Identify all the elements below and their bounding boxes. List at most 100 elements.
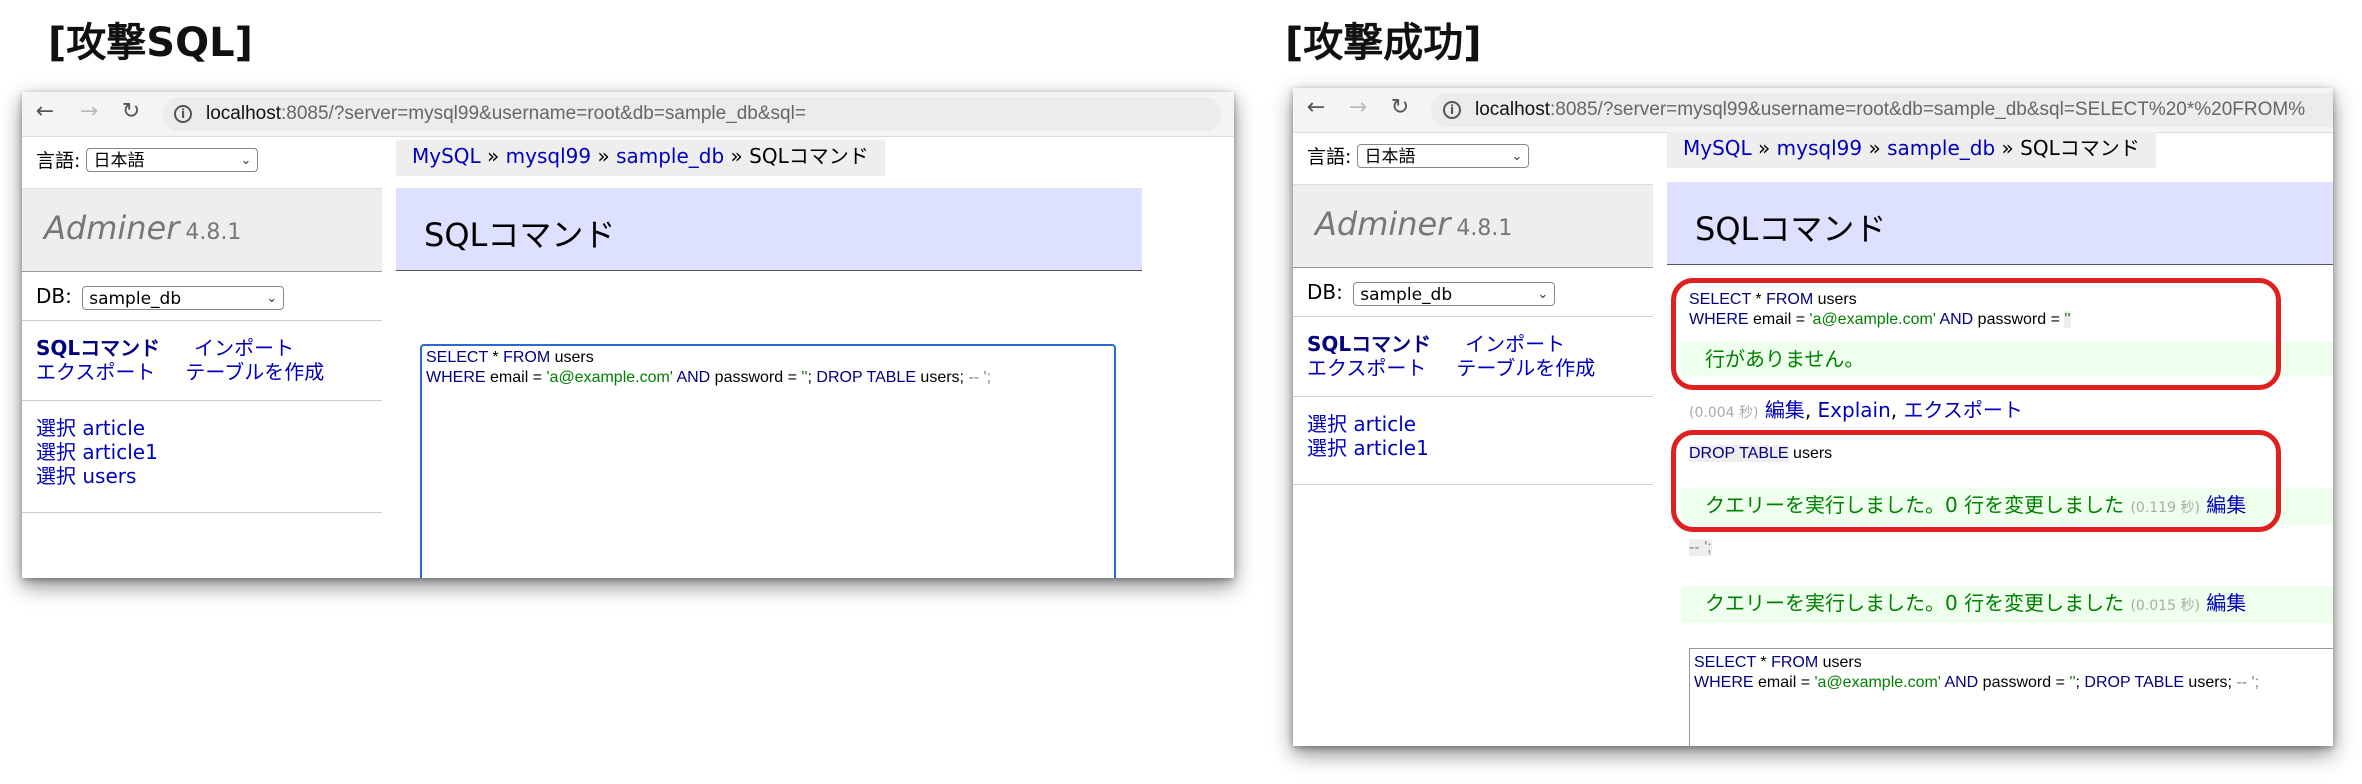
select-link[interactable]: 選択 xyxy=(36,464,76,488)
table-list: 選択 article 選択 article1 選択 users xyxy=(36,416,158,488)
breadcrumb: MySQL » mysql99 » sample_db » SQLコマンド xyxy=(1667,132,2156,168)
table-link-article[interactable]: article xyxy=(82,416,145,440)
adminer-brand: Adminer 4.8.1 xyxy=(1293,184,1653,268)
app-name[interactable]: Adminer xyxy=(44,209,179,247)
import-link[interactable]: インポート xyxy=(1465,332,1565,356)
sql-text: password = xyxy=(1978,674,2070,691)
sql-text: * xyxy=(1755,654,1772,671)
breadcrumb-sep: » xyxy=(2001,136,2014,160)
arrow-right-icon[interactable]: → xyxy=(1347,96,1369,120)
db-label: DB: xyxy=(36,284,72,308)
table-link-article1[interactable]: article1 xyxy=(1353,436,1428,460)
language-label: 言語: xyxy=(36,150,81,172)
sql-text: users; xyxy=(2183,674,2237,691)
sql-keyword: DROP TABLE xyxy=(816,369,916,386)
heading-attack-sql: [攻撃SQL] xyxy=(48,20,253,66)
sql-text: password = xyxy=(710,369,802,386)
import-link[interactable]: インポート xyxy=(194,336,294,360)
sql-editor[interactable]: SELECT * FROM users WHERE email = 'a@exa… xyxy=(420,344,1116,578)
address-bar[interactable]: i localhost:8085/?server=mysql99&usernam… xyxy=(162,97,1222,131)
breadcrumb-sep: » xyxy=(1868,136,1881,160)
export-link[interactable]: エクスポート xyxy=(1903,398,2022,422)
list-item: 選択 users xyxy=(36,464,158,488)
table-link-article[interactable]: article xyxy=(1353,412,1416,436)
breadcrumb-sep: » xyxy=(1758,136,1771,160)
breadcrumb-sep: » xyxy=(597,144,610,168)
db-row: DB: sample_db ⌄ xyxy=(36,284,285,310)
breadcrumb-server[interactable]: mysql99 xyxy=(1777,136,1862,160)
heading-attack-success: [攻撃成功] xyxy=(1285,20,1482,66)
edit-link[interactable]: 編集 xyxy=(1765,398,1805,422)
page-title: SQLコマンド xyxy=(1695,210,1887,248)
language-select[interactable]: 日本語 ⌄ xyxy=(86,147,259,172)
arrow-left-icon[interactable]: ← xyxy=(34,100,56,124)
breadcrumb-server[interactable]: mysql99 xyxy=(506,144,591,168)
message-text: クエリーを実行しました。0 行を変更しました xyxy=(1705,591,2125,615)
info-icon[interactable]: i xyxy=(174,105,192,123)
select-link[interactable]: 選択 xyxy=(1307,412,1347,436)
reload-icon[interactable]: ↻ xyxy=(1389,96,1411,120)
db-select[interactable]: sample_db ⌄ xyxy=(1353,281,1556,306)
info-icon[interactable]: i xyxy=(1443,101,1461,119)
sql-command-link[interactable]: SQLコマンド xyxy=(36,336,160,360)
breadcrumb-mysql[interactable]: MySQL xyxy=(412,144,481,168)
app-name[interactable]: Adminer xyxy=(1315,205,1450,243)
list-item: 選択 article1 xyxy=(1307,436,1429,460)
explain-link[interactable]: Explain xyxy=(1818,398,1891,422)
reload-icon[interactable]: ↻ xyxy=(120,100,142,124)
arrow-left-icon[interactable]: ← xyxy=(1305,96,1327,120)
separator: , xyxy=(1804,398,1812,422)
breadcrumb-current: SQLコマンド xyxy=(2020,136,2140,160)
app-version: 4.8.1 xyxy=(185,220,242,245)
select-link[interactable]: 選択 xyxy=(36,440,76,464)
sql-editor[interactable]: SELECT * FROM users WHERE email = 'a@exa… xyxy=(1689,648,2333,746)
breadcrumb-mysql[interactable]: MySQL xyxy=(1683,136,1752,160)
export-link[interactable]: エクスポート xyxy=(1307,356,1426,380)
db-value: sample_db xyxy=(89,288,182,309)
sql-keyword: FROM xyxy=(1771,654,1819,671)
create-table-link[interactable]: テーブルを作成 xyxy=(1456,356,1595,380)
app-version: 4.8.1 xyxy=(1456,216,1513,241)
chevron-down-icon: ⌄ xyxy=(1511,148,1523,164)
select-link[interactable]: 選択 xyxy=(36,416,76,440)
arrow-right-icon[interactable]: → xyxy=(78,100,100,124)
sql-command-link[interactable]: SQLコマンド xyxy=(1307,332,1431,356)
highlight-box-drop xyxy=(1671,430,2281,532)
url-path: :8085/?server=mysql99&username=root&db=s… xyxy=(281,103,806,124)
select-link[interactable]: 選択 xyxy=(1307,436,1347,460)
sql-comment: -- '; xyxy=(1689,539,1712,556)
breadcrumb-db[interactable]: sample_db xyxy=(1887,136,1995,160)
url-path: :8085/?server=mysql99&username=root&db=s… xyxy=(1550,99,2306,120)
sql-keyword: SELECT xyxy=(1694,654,1756,671)
page-title: SQLコマンド xyxy=(424,216,616,254)
page-title-box: SQLコマンド xyxy=(1667,182,2333,265)
divider xyxy=(1293,396,1653,397)
breadcrumb-sep: » xyxy=(730,144,743,168)
db-select[interactable]: sample_db ⌄ xyxy=(82,285,285,310)
language-value: 日本語 xyxy=(93,150,145,171)
table-link-users[interactable]: users xyxy=(82,464,136,488)
chevron-down-icon: ⌄ xyxy=(240,152,252,168)
language-value: 日本語 xyxy=(1364,146,1416,167)
query-3-sql: -- '; xyxy=(1689,538,1712,558)
edit-link[interactable]: 編集 xyxy=(2206,591,2246,615)
db-value: sample_db xyxy=(1360,284,1453,305)
sql-text: * xyxy=(487,349,504,366)
divider xyxy=(22,320,382,321)
table-link-article1[interactable]: article1 xyxy=(82,440,157,464)
breadcrumb-db[interactable]: sample_db xyxy=(616,144,724,168)
address-bar[interactable]: i localhost:8085/?server=mysql99&usernam… xyxy=(1431,93,2333,127)
language-select[interactable]: 日本語 ⌄ xyxy=(1357,143,1530,168)
sql-keyword: AND xyxy=(1940,674,1979,691)
language-row: 言語: 日本語 ⌄ xyxy=(36,146,259,173)
adminer-main: MySQL » mysql99 » sample_db » SQLコマンド SQ… xyxy=(396,136,1234,578)
export-link[interactable]: エクスポート xyxy=(36,360,155,384)
sql-text: email = xyxy=(1753,674,1815,691)
highlight-box-select xyxy=(1671,278,2281,390)
sql-keyword: WHERE xyxy=(1694,674,1754,691)
create-table-link[interactable]: テーブルを作成 xyxy=(185,360,324,384)
browser-toolbar: ← → ↻ i localhost:8085/?server=mysql99&u… xyxy=(1293,88,2333,133)
list-item: 選択 article1 xyxy=(36,440,158,464)
adminer-sidebar: 言語: 日本語 ⌄ Adminer 4.8.1 DB: sample_db ⌄ SQL… xyxy=(22,136,382,578)
url-host: localhost xyxy=(206,103,281,124)
